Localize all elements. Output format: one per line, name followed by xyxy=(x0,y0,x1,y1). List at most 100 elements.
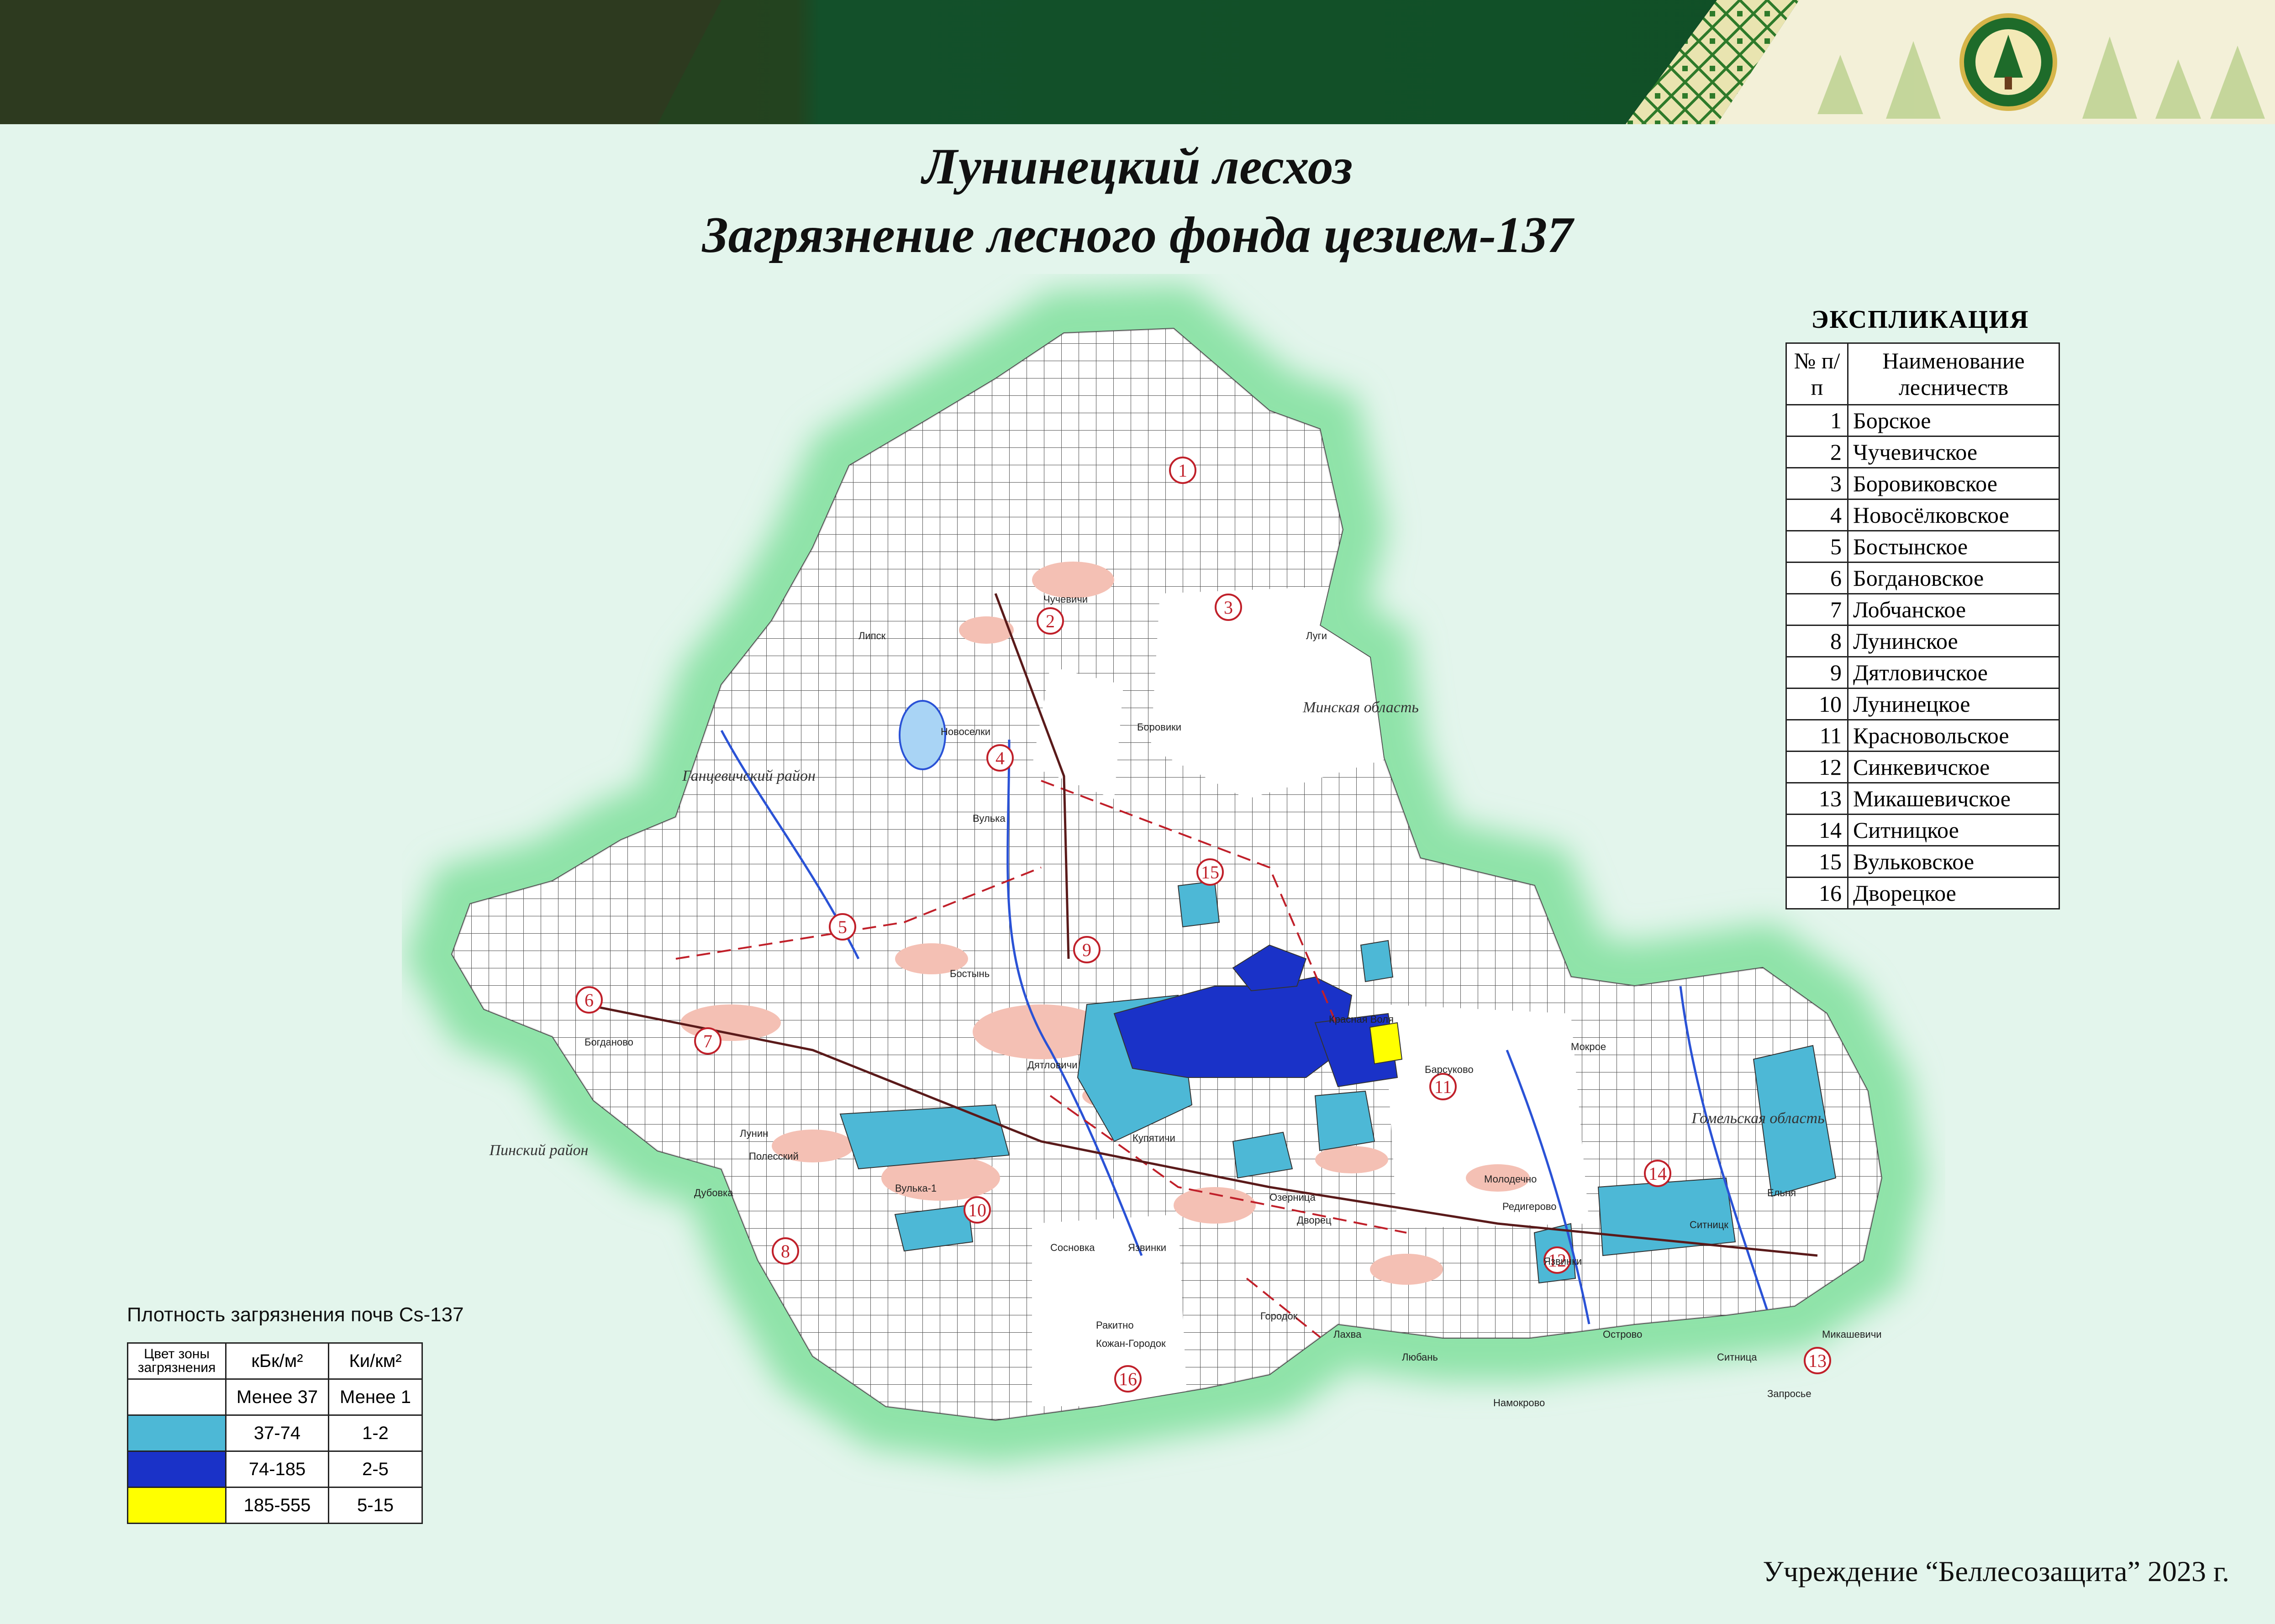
svg-text:10: 10 xyxy=(968,1200,986,1220)
legend-row: 74-185 2-5 xyxy=(127,1451,423,1488)
explication-row: 12 Синкевичское xyxy=(1785,751,2060,783)
svg-text:1: 1 xyxy=(1178,460,1187,481)
forestry-number: 4 xyxy=(1785,499,1848,531)
svg-text:Любань: Любань xyxy=(1402,1351,1438,1363)
forestry-number: 14 xyxy=(1785,814,1848,846)
svg-text:Богданово: Богданово xyxy=(585,1036,633,1048)
svg-text:Запросье: Запросье xyxy=(1767,1388,1812,1399)
svg-text:Острово: Острово xyxy=(1603,1329,1642,1340)
explication-title: ЭКСПЛИКАЦИЯ xyxy=(1811,305,2029,334)
forestry-number: 8 xyxy=(1785,625,1848,657)
reservoir xyxy=(899,700,946,770)
forestry-number: 16 xyxy=(1785,877,1848,909)
forestry-name: Лунинское xyxy=(1847,625,2060,657)
footer-credit: Учреждение “Беллесозащита” 2023 г. xyxy=(1763,1555,2229,1587)
svg-text:Красная Воля: Красная Воля xyxy=(1329,1014,1394,1025)
legend-col-kbq: кБк/м² xyxy=(225,1342,329,1380)
svg-text:Молодечно: Молодечно xyxy=(1484,1173,1537,1185)
forestry-name: Дятловичское xyxy=(1847,656,2060,689)
legend-row: Менее 37 Менее 1 xyxy=(127,1378,423,1416)
forestry-number: 13 xyxy=(1785,782,1848,815)
forestry-name: Синкевичское xyxy=(1847,751,2060,783)
forestry-name: Богдановское xyxy=(1847,562,2060,594)
legend-ci: 2-5 xyxy=(328,1451,423,1488)
legend-ci: Менее 1 xyxy=(328,1378,423,1416)
svg-text:Новоселки: Новоселки xyxy=(941,726,990,737)
svg-text:Городок: Городок xyxy=(1260,1310,1298,1322)
forestry-name: Красновольское xyxy=(1847,719,2060,752)
svg-text:Сосновка: Сосновка xyxy=(1050,1242,1095,1253)
svg-text:Ситница: Ситница xyxy=(1717,1351,1757,1363)
svg-text:14: 14 xyxy=(1648,1163,1667,1184)
svg-text:Липск: Липск xyxy=(858,630,886,641)
svg-text:Редигерово: Редигерово xyxy=(1502,1201,1557,1212)
header-banner xyxy=(0,0,2275,124)
forestry-name: Вульковское xyxy=(1847,845,2060,878)
forestry-number: 10 xyxy=(1785,688,1848,720)
explication-row: 1 Борское xyxy=(1785,404,2060,437)
explication-row: 16 Дворецкое xyxy=(1785,877,2060,909)
svg-text:9: 9 xyxy=(1082,940,1091,960)
forestry-number: 6 xyxy=(1785,562,1848,594)
svg-text:Намокрово: Намокрово xyxy=(1493,1397,1545,1409)
svg-text:7: 7 xyxy=(703,1031,712,1051)
svg-text:Бостынь: Бостынь xyxy=(950,968,990,979)
svg-text:Ганцевичский район: Ганцевичский район xyxy=(682,767,816,784)
explication-row: 8 Лунинское xyxy=(1785,625,2060,657)
legend-kbq: 185-555 xyxy=(225,1487,329,1524)
svg-text:8: 8 xyxy=(781,1241,790,1261)
svg-text:6: 6 xyxy=(585,990,594,1010)
legend-row: 37-74 1-2 xyxy=(127,1414,423,1452)
forestry-number: 1 xyxy=(1785,404,1848,437)
explication-header: № п/п Наименование лесничеств xyxy=(1785,342,2060,405)
forestry-number: 9 xyxy=(1785,656,1848,689)
svg-text:Язвинки: Язвинки xyxy=(1543,1256,1582,1267)
svg-text:Мокрое: Мокрое xyxy=(1571,1041,1606,1052)
forestry-name: Ситницкое xyxy=(1847,814,2060,846)
page-title: Лунинецкий лесхоз xyxy=(922,138,1353,195)
forestry-number: 7 xyxy=(1785,593,1848,626)
page-subtitle: Загрязнение лесного фонда цезием-137 xyxy=(702,207,1573,263)
forestry-number: 2 xyxy=(1785,436,1848,468)
svg-text:Кожан-Городок: Кожан-Городок xyxy=(1096,1338,1166,1349)
forestry-name: Лобчанское xyxy=(1847,593,2060,626)
svg-text:Лунин: Лунин xyxy=(740,1128,768,1139)
emblem-icon xyxy=(1959,13,2057,111)
svg-text:Микашевичи: Микашевичи xyxy=(1822,1329,1882,1340)
svg-text:4: 4 xyxy=(995,748,1005,768)
explication-row: 3 Боровиковское xyxy=(1785,467,2060,500)
explication-row: 11 Красновольское xyxy=(1785,719,2060,752)
legend-kbq: Менее 37 xyxy=(225,1378,329,1416)
svg-text:Дятловичи: Дятловичи xyxy=(1027,1059,1077,1071)
svg-text:Полесский: Полесский xyxy=(749,1151,799,1162)
forestry-name: Микашевичское xyxy=(1847,782,2060,815)
svg-text:Ракитно: Ракитно xyxy=(1096,1319,1134,1331)
svg-text:Ельня: Ельня xyxy=(1767,1187,1796,1198)
svg-text:Дворец: Дворец xyxy=(1297,1214,1332,1226)
forestry-name: Чучевичское xyxy=(1847,436,2060,468)
explication-row: 15 Вульковское xyxy=(1785,845,2060,878)
legend-row: 185-555 5-15 xyxy=(127,1487,423,1524)
forestry-number: 11 xyxy=(1785,719,1848,752)
forestry-name: Боровиковское xyxy=(1847,467,2060,500)
explication-row: 9 Дятловичское xyxy=(1785,656,2060,689)
legend-swatch xyxy=(127,1487,226,1524)
svg-text:15: 15 xyxy=(1201,862,1219,883)
svg-text:Дубовка: Дубовка xyxy=(694,1187,733,1198)
svg-text:Ситницк: Ситницк xyxy=(1690,1219,1728,1230)
col-num-header: № п/п xyxy=(1785,342,1848,405)
svg-text:Барсуково: Барсуково xyxy=(1425,1064,1474,1075)
svg-text:Луги: Луги xyxy=(1306,630,1327,641)
svg-text:Язвинки: Язвинки xyxy=(1128,1242,1166,1253)
forestry-number: 3 xyxy=(1785,467,1848,500)
explication-table: № п/п Наименование лесничеств 1 Борское 2 Ч… xyxy=(1785,342,2060,909)
svg-text:16: 16 xyxy=(1119,1369,1137,1389)
legend-kbq: 37-74 xyxy=(225,1414,329,1452)
svg-text:3: 3 xyxy=(1224,597,1233,618)
forestry-number: 12 xyxy=(1785,751,1848,783)
explication-row: 2 Чучевичское xyxy=(1785,436,2060,468)
explication-row: 7 Лобчанское xyxy=(1785,593,2060,626)
explication-row: 6 Богдановское xyxy=(1785,562,2060,594)
explication-row: 5 Бостынское xyxy=(1785,530,2060,563)
forestry-name: Новосёлковское xyxy=(1847,499,2060,531)
